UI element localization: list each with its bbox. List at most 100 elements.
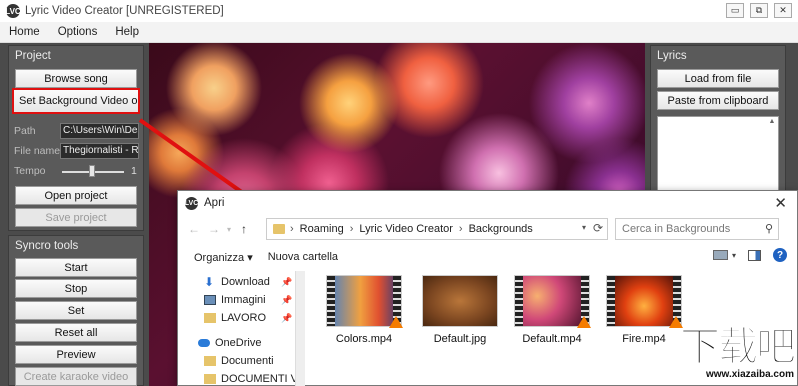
breadcrumb-lyric-video-creator[interactable]: Lyric Video Creator [359,223,453,235]
search-input[interactable]: Cerca in Backgrounds ⚲ [615,218,779,240]
file-name: Colors.mp4 [335,333,393,345]
watermark-logo: 下载吧 [680,324,797,370]
history-dropdown-icon[interactable]: ▾ [224,225,234,234]
nav-item-label: OneDrive [215,337,262,349]
syncro-panel-title: Syncro tools [15,240,79,252]
nav-item-lavoro[interactable]: LAVORO [204,309,266,327]
restore-button[interactable]: ⧉ [750,3,768,18]
preview-pane-icon[interactable] [748,249,761,261]
preview-button[interactable]: Preview [15,345,137,364]
set-background-video-button[interactable]: Set Background Video o... [12,88,140,114]
open-project-button[interactable]: Open project [15,186,137,205]
view-controls: ▾ ? [712,248,797,262]
forward-arrow-icon[interactable]: → [204,222,224,236]
search-icon[interactable]: ⚲ [765,222,773,235]
chevron-right-icon: › [349,223,354,235]
video-thumbnail [326,275,403,328]
breadcrumb-roaming[interactable]: Roaming [300,223,344,235]
dialog-toolbar: Organizza ▾ Nuova cartella ▾ ? [178,243,797,271]
download-icon: ⬇ [204,275,215,289]
nav-item-label: Immagini [221,294,266,306]
file-item[interactable]: Colors.mp4 [326,275,403,345]
folder-icon [204,313,216,323]
paste-from-clipboard-button[interactable]: Paste from clipboard [657,91,779,110]
stop-button[interactable]: Stop [15,279,137,298]
nav-item-label: Download [221,276,270,288]
chevron-right-icon: › [458,223,463,235]
window-controls: ▭ ⧉ ✕ [726,3,792,18]
pin-icon[interactable]: 📌 [281,313,292,324]
nav-item-documenti[interactable]: Documenti [204,352,274,370]
cloud-icon [198,339,210,347]
browse-song-button[interactable]: Browse song [15,69,137,88]
video-thumbnail [606,275,683,328]
help-icon[interactable]: ? [773,248,787,262]
images-icon [204,295,216,305]
scroll-up-icon[interactable]: ▲ [767,118,777,128]
film-strip-icon [607,276,615,326]
menu-options[interactable]: Options [49,26,107,38]
chevron-right-icon: › [290,223,294,235]
change-view-icon[interactable] [712,250,728,260]
dialog-nav-row: ← → ▾ ↑ › Roaming › Lyric Video Creator … [178,215,797,243]
vlc-cone-icon [577,316,591,328]
filename-label: File name [14,145,61,157]
up-arrow-icon[interactable]: ↑ [234,222,254,236]
minimize-button[interactable]: ▭ [726,3,744,18]
view-dropdown-icon[interactable]: ▾ [732,251,736,260]
app-window: LVC Lyric Video Creator [UNREGISTERED] ▭… [0,0,798,386]
dialog-close-button[interactable]: ✕ [774,194,787,212]
film-strip-icon [327,276,335,326]
nav-item-label: LAVORO [221,312,267,324]
start-button[interactable]: Start [15,258,137,277]
file-item[interactable]: Default.mp4 [514,275,591,345]
lyrics-panel-title: Lyrics [657,50,687,62]
site-watermark: 下载吧 www.xiazaiba.com [660,324,797,383]
lyrics-textarea[interactable]: ▲ [657,116,779,194]
search-placeholder: Cerca in Backgrounds [622,223,731,235]
nav-item-documenti-va[interactable]: DOCUMENTI VA [204,370,305,386]
video-thumbnail [514,275,591,328]
nav-item-label: DOCUMENTI VA [221,373,305,385]
file-name: Default.jpg [433,333,487,345]
nav-item-onedrive[interactable]: OneDrive [198,334,261,352]
back-arrow-icon[interactable]: ← [184,222,204,236]
nav-item-immagini[interactable]: Immagini [204,291,266,309]
tempo-value: 1 [131,165,137,177]
address-bar[interactable]: › Roaming › Lyric Video Creator › Backgr… [266,218,608,240]
title-bar: LVC Lyric Video Creator [UNREGISTERED] ▭… [0,0,798,22]
address-folder-icon [273,224,285,234]
set-button[interactable]: Set [15,301,137,320]
dialog-title: Apri [204,197,225,209]
window-title: Lyric Video Creator [UNREGISTERED] [25,5,224,17]
menu-home[interactable]: Home [0,26,49,38]
load-from-file-button[interactable]: Load from file [657,69,779,88]
path-label: Path [14,125,36,137]
pin-icon[interactable]: 📌 [281,295,292,306]
refresh-icon[interactable]: ⟳ [593,221,603,235]
nav-item-download[interactable]: ⬇ Download [204,273,270,291]
close-button[interactable]: ✕ [774,3,792,18]
new-folder-button[interactable]: Nuova cartella [268,251,338,263]
app-logo-icon: LVC [5,4,21,18]
nav-scrollbar[interactable] [295,271,305,386]
menu-help[interactable]: Help [106,26,148,38]
breadcrumb-backgrounds[interactable]: Backgrounds [469,223,533,235]
path-field[interactable]: C:\Users\Win\Deskt [60,123,139,139]
nav-item-label: Documenti [221,355,274,367]
watermark-url: www.xiazaiba.com [706,369,794,380]
filename-field[interactable]: Thegiornalisti - Ricc [60,143,139,159]
save-project-button[interactable]: Save project [15,208,137,227]
vlc-cone-icon [389,316,403,328]
film-strip-icon [515,276,523,326]
create-karaoke-video-button[interactable]: Create karaoke video [15,367,137,386]
file-item[interactable]: Default.jpg [422,275,498,345]
reset-all-button[interactable]: Reset all [15,323,137,342]
pin-icon[interactable]: 📌 [281,277,292,288]
image-thumbnail [422,275,498,327]
chevron-down-icon[interactable]: ▾ [582,223,586,232]
project-panel: Project Browse song Path C:\Users\Win\De… [8,45,144,231]
organize-menu[interactable]: Organizza ▾ [194,251,253,264]
project-panel-title: Project [15,50,51,62]
tempo-slider-thumb[interactable] [89,165,95,177]
